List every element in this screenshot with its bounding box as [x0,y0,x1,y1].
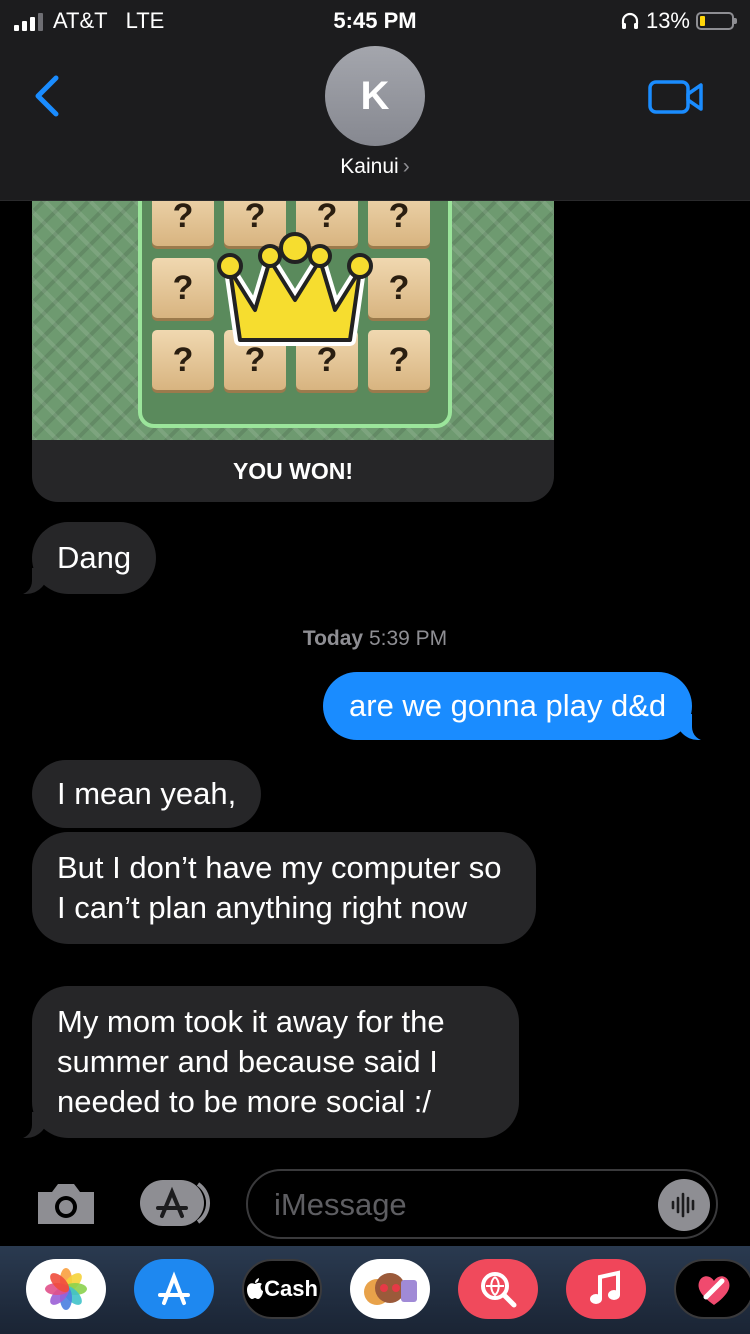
timestamp: Today 5:39 PM [302,627,448,650]
message-text: My mom took it away for the summer and b… [57,1004,445,1119]
photos-icon[interactable] [26,1259,106,1319]
compose-bar [0,1160,750,1248]
conversation-header: AT&T LTE 5:45 PM 13% K Kainui › [0,0,750,201]
audio-waveform-icon[interactable] [658,1179,710,1231]
apple-cash-label: Cash [264,1276,318,1301]
contact-name: Kainui [340,155,399,178]
game-board-image: ? ? ? ? ? ? ? ? ? ? [32,160,554,440]
headphones-icon [621,12,639,29]
message-bubble-sent[interactable]: are we gonna play d&d [323,672,715,741]
message-bubble-received[interactable]: But I don’t have my computer so I can’t … [32,832,536,944]
tile: ? [152,258,214,318]
message-input[interactable] [272,1171,656,1239]
app-store-icon[interactable] [138,1178,214,1228]
app-drawer: Cash [0,1246,750,1334]
battery-percent: 13% [645,8,690,33]
game-result-label: YOU WON! [232,457,354,484]
status-bar: AT&T LTE 5:45 PM 13% [0,0,750,40]
chevron-right-icon: › [402,155,410,178]
image-search-icon[interactable] [458,1259,538,1319]
music-icon[interactable] [566,1259,646,1319]
apple-cash-icon[interactable]: Cash [242,1259,322,1319]
message-bubble-received[interactable]: I mean yeah, [32,760,262,828]
tile: ? [152,330,214,390]
apple-logo-icon [247,1278,264,1299]
battery-icon [696,12,737,30]
back-chevron-icon[interactable] [30,72,66,120]
message-bubble-received[interactable]: Dang [9,522,157,595]
memoji-icon[interactable] [350,1259,430,1319]
message-text: Dang [57,540,132,575]
camera-icon[interactable] [34,1180,98,1228]
crown-icon [217,232,373,346]
message-text: are we gonna play d&d [349,688,667,723]
message-text: I mean yeah, [57,776,237,811]
video-camera-icon[interactable] [648,78,704,116]
digital-touch-icon[interactable] [674,1259,750,1319]
contact-name-button[interactable]: Kainui › [0,155,750,179]
app-store-icon[interactable] [134,1259,214,1319]
game-message-card[interactable]: ? ? ? ? ? ? ? ? ? ? YOU WON! [32,160,554,502]
message-text: But I don’t have my computer so I can’t … [57,850,502,925]
message-input-field[interactable] [246,1169,718,1239]
avatar[interactable]: K [325,46,425,146]
message-bubble-received[interactable]: My mom took it away for the summer and b… [10,986,519,1139]
